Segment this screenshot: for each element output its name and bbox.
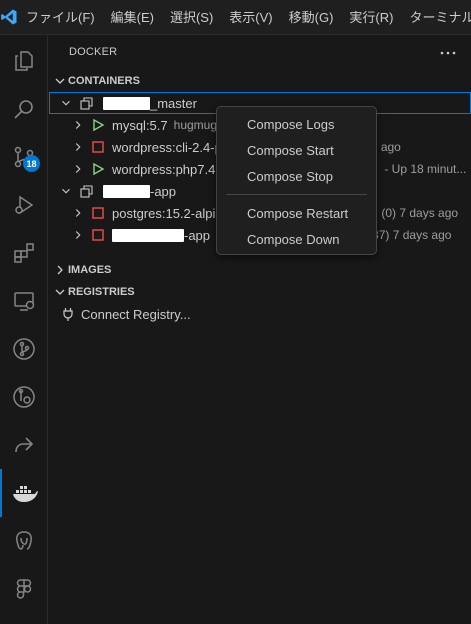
extensions-icon[interactable] — [0, 229, 48, 277]
container-desc: - Up 18 minut... — [384, 162, 467, 176]
connect-registry-row[interactable]: Connect Registry... — [49, 303, 471, 325]
container-label: -app — [184, 227, 211, 243]
git-graph-icon[interactable] — [0, 325, 48, 373]
redacted-text — [103, 184, 150, 198]
explorer-icon[interactable] — [0, 37, 48, 85]
running-status-icon — [93, 118, 105, 132]
stopped-status-icon — [92, 229, 104, 241]
chevron-right-icon — [75, 121, 81, 129]
scm-badge: 18 — [23, 155, 40, 172]
compose-context-menu: Compose Logs Compose Start Compose Stop … — [216, 106, 377, 255]
share-icon[interactable] — [0, 421, 48, 469]
group-name: -app — [150, 183, 177, 199]
compose-group-icon — [80, 97, 93, 110]
postgres-icon[interactable] — [0, 517, 48, 565]
vscode-logo-icon[interactable] — [0, 0, 18, 35]
images-section-title: IMAGES — [68, 264, 112, 276]
stopped-status-icon — [92, 141, 104, 153]
figma-icon[interactable] — [0, 565, 48, 613]
redacted-text — [112, 228, 184, 242]
menu-go[interactable]: 移動(G) — [281, 0, 342, 35]
gitlens-icon[interactable] — [0, 373, 48, 421]
menu-terminal[interactable]: ターミナル(T) — [401, 0, 471, 35]
chevron-right-icon — [75, 165, 81, 173]
container-desc: (0) 7 days ago — [381, 206, 459, 220]
compose-logs-item[interactable]: Compose Logs — [221, 113, 372, 137]
run-debug-icon[interactable] — [0, 181, 48, 229]
chevron-down-icon — [62, 188, 70, 194]
menu-separator — [226, 194, 367, 195]
source-control-icon[interactable] — [0, 133, 48, 181]
chevron-right-icon — [75, 143, 81, 151]
chevron-down-icon — [55, 289, 65, 295]
container-desc: hugmug — [173, 118, 218, 132]
chevron-right-icon — [57, 265, 63, 275]
remote-explorer-icon[interactable] — [0, 277, 48, 325]
compose-restart-item[interactable]: Compose Restart — [221, 202, 372, 226]
menu-file[interactable]: ファイル(F) — [18, 0, 103, 35]
activity-bar: 18 — [0, 35, 48, 624]
chevron-down-icon — [62, 100, 70, 106]
menu-run[interactable]: 実行(R) — [341, 0, 401, 35]
container-label: mysql:5.7 — [112, 117, 168, 133]
docker-icon[interactable] — [0, 469, 48, 517]
panel-title: DOCKER — [69, 46, 118, 58]
running-status-icon — [93, 162, 105, 176]
chevron-right-icon — [75, 209, 81, 217]
container-desc: 37) 7 days ago — [372, 228, 452, 242]
connect-registry-label: Connect Registry... — [81, 306, 191, 322]
chevron-right-icon — [75, 231, 81, 239]
container-label: wordpress:cli-2.4-p — [112, 139, 222, 155]
more-actions-icon[interactable] — [438, 43, 458, 63]
plug-icon — [63, 308, 73, 321]
compose-down-item[interactable]: Compose Down — [221, 228, 372, 252]
registries-section-title: REGISTRIES — [68, 286, 135, 298]
group-name: _master — [150, 95, 197, 111]
chevron-down-icon — [55, 78, 65, 84]
menu-view[interactable]: 表示(V) — [221, 0, 280, 35]
images-section-header[interactable]: IMAGES — [49, 259, 471, 281]
search-icon[interactable] — [0, 85, 48, 133]
compose-start-item[interactable]: Compose Start — [221, 139, 372, 163]
container-label: wordpress:php7.4 — [112, 161, 216, 177]
registries-section-header[interactable]: REGISTRIES — [49, 281, 471, 303]
stopped-status-icon — [92, 207, 104, 219]
menu-selection[interactable]: 選択(S) — [162, 0, 221, 35]
container-desc: ago — [380, 140, 401, 154]
containers-section-header[interactable]: CONTAINERS — [49, 70, 471, 92]
redacted-text — [103, 96, 150, 110]
container-label: postgres:15.2-alpi — [112, 205, 216, 221]
menu-bar: ファイル(F) 編集(E) 選択(S) 表示(V) 移動(G) 実行(R) ター… — [0, 0, 471, 35]
containers-section-title: CONTAINERS — [68, 75, 140, 87]
menu-edit[interactable]: 編集(E) — [103, 0, 162, 35]
compose-stop-item[interactable]: Compose Stop — [221, 165, 372, 189]
compose-group-icon — [80, 185, 93, 198]
